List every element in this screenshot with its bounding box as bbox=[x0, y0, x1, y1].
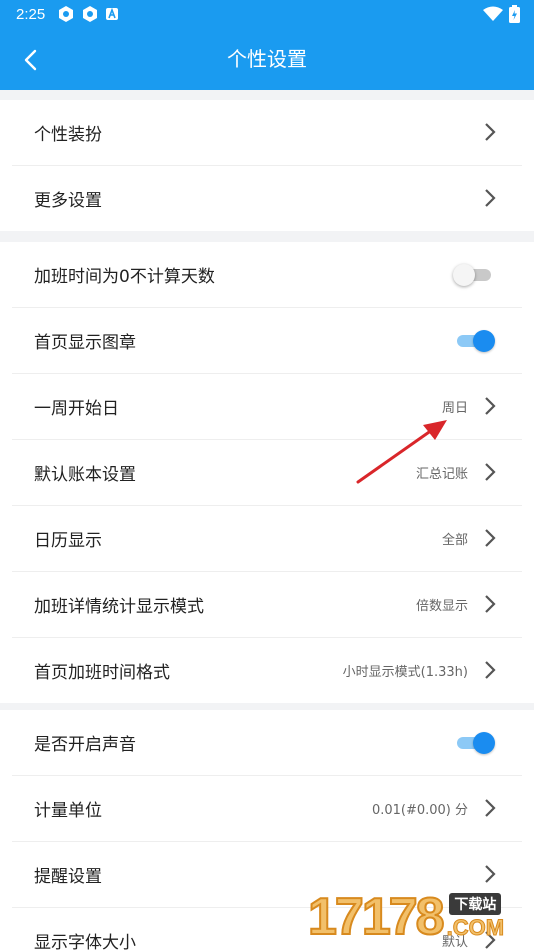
sound-toggle[interactable] bbox=[457, 732, 495, 754]
app-bar: 个性设置 bbox=[0, 28, 534, 90]
setting-row-sound: 是否开启声音 bbox=[12, 710, 522, 776]
app-notification-icon bbox=[83, 6, 98, 22]
setting-label: 个性装扮 bbox=[34, 125, 102, 145]
setting-value: 全部 bbox=[441, 533, 468, 548]
toggle-knob bbox=[473, 732, 495, 754]
chevron-right-icon bbox=[485, 799, 496, 817]
zero-overtime-toggle[interactable] bbox=[453, 264, 495, 286]
setting-row-home-overtime-format[interactable]: 首页加班时间格式 小时显示模式(1.33h) bbox=[12, 638, 522, 703]
setting-value: 周日 bbox=[441, 401, 468, 416]
setting-row-unit[interactable]: 计量单位 0.01(#0.00) 分 bbox=[12, 776, 522, 842]
chevron-right-icon bbox=[485, 661, 496, 679]
chevron-right-icon bbox=[485, 397, 496, 415]
chevron-right-icon bbox=[485, 529, 496, 547]
chevron-right-icon bbox=[485, 189, 496, 207]
setting-row-more-settings[interactable]: 更多设置 bbox=[12, 166, 522, 231]
setting-label: 计量单位 bbox=[34, 801, 102, 821]
toggle-knob bbox=[453, 264, 475, 286]
status-bar: 2:25 bbox=[0, 0, 534, 28]
watermark-number: 17178 bbox=[307, 887, 446, 947]
watermark-side: 下载站 .COM bbox=[446, 893, 505, 941]
battery-icon bbox=[509, 5, 520, 23]
setting-label: 默认账本设置 bbox=[34, 465, 136, 485]
setting-value: 倍数显示 bbox=[415, 599, 468, 614]
setting-row-week-start[interactable]: 一周开始日 周日 bbox=[12, 374, 522, 440]
setting-label: 更多设置 bbox=[34, 191, 102, 211]
chevron-right-icon bbox=[485, 463, 496, 481]
setting-row-overtime-stats-mode[interactable]: 加班详情统计显示模式 倍数显示 bbox=[12, 572, 522, 638]
setting-label: 提醒设置 bbox=[34, 867, 102, 887]
app-notification-icon bbox=[59, 6, 74, 22]
setting-label: 加班时间为0不计算天数 bbox=[34, 267, 215, 287]
chevron-right-icon bbox=[485, 595, 496, 613]
setting-row-calendar-display[interactable]: 日历显示 全部 bbox=[12, 506, 522, 572]
setting-row-personal-theme[interactable]: 个性装扮 bbox=[12, 100, 522, 166]
toggle-knob bbox=[473, 330, 495, 352]
setting-label: 显示字体大小 bbox=[34, 933, 136, 950]
watermark-badge: 下载站 bbox=[449, 893, 502, 915]
setting-label: 是否开启声音 bbox=[34, 735, 136, 755]
watermark-suffix: .COM bbox=[446, 915, 505, 941]
text-notification-icon bbox=[106, 7, 119, 20]
setting-label: 加班详情统计显示模式 bbox=[34, 597, 204, 617]
site-watermark: 17178 下载站 .COM bbox=[307, 884, 534, 950]
setting-row-default-ledger[interactable]: 默认账本设置 汇总记账 bbox=[12, 440, 522, 506]
settings-group-appearance: 个性装扮 更多设置 bbox=[0, 100, 534, 231]
setting-row-zero-overtime-days: 加班时间为0不计算天数 bbox=[12, 242, 522, 308]
setting-row-home-stamp: 首页显示图章 bbox=[12, 308, 522, 374]
status-time: 2:25 bbox=[16, 5, 46, 23]
setting-label: 首页加班时间格式 bbox=[34, 663, 170, 683]
status-system-icons bbox=[483, 5, 520, 23]
chevron-right-icon bbox=[485, 865, 496, 883]
setting-value: 小时显示模式(1.33h) bbox=[342, 665, 468, 680]
setting-value: 0.01(#0.00) 分 bbox=[371, 803, 468, 818]
wifi-icon bbox=[483, 6, 503, 21]
page-title: 个性设置 bbox=[227, 47, 307, 71]
status-notification-icons bbox=[57, 5, 119, 23]
setting-label: 一周开始日 bbox=[34, 399, 119, 419]
setting-value: 汇总记账 bbox=[415, 467, 468, 482]
home-stamp-toggle[interactable] bbox=[457, 330, 495, 352]
setting-label: 日历显示 bbox=[34, 531, 102, 551]
chevron-right-icon bbox=[485, 123, 496, 141]
setting-label: 首页显示图章 bbox=[34, 333, 136, 353]
settings-group-overtime: 加班时间为0不计算天数 首页显示图章 一周开始日 周日 默认账本设置 汇总记账 … bbox=[0, 242, 534, 703]
